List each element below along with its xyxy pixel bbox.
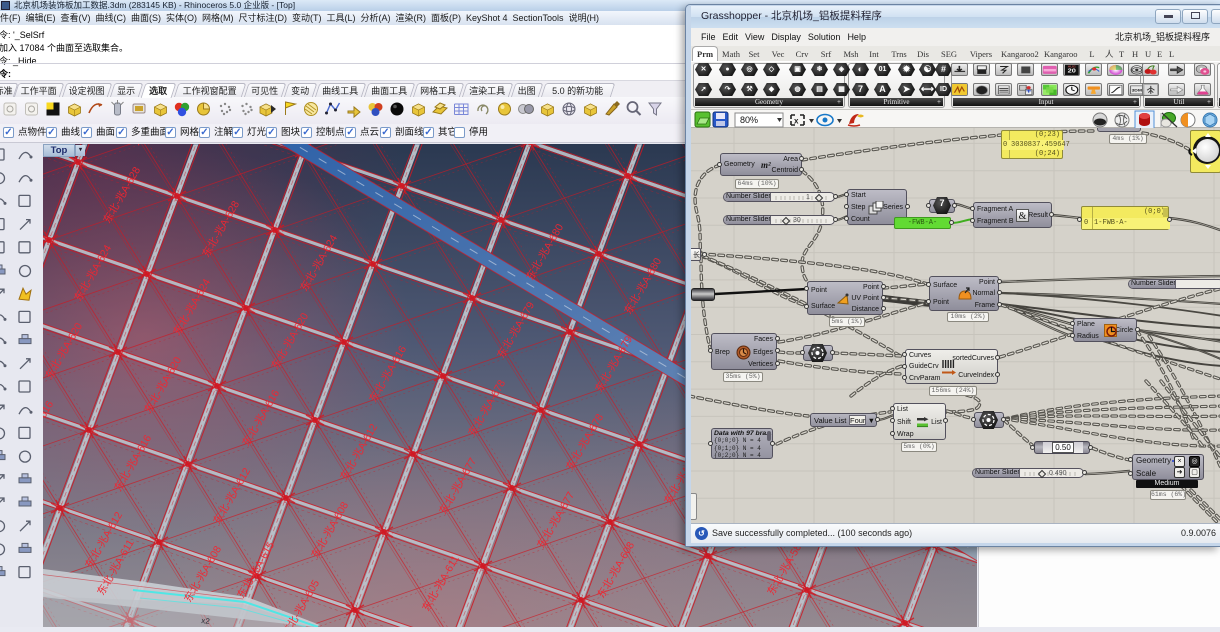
svg-text:AUG: AUG: [1068, 65, 1077, 68]
svg-text:80%: 80%: [740, 115, 758, 125]
svg-text:20: 20: [1068, 68, 1077, 74]
svg-text:3DM: 3DM: [1132, 88, 1143, 92]
svg-text:x: x: [794, 117, 799, 126]
